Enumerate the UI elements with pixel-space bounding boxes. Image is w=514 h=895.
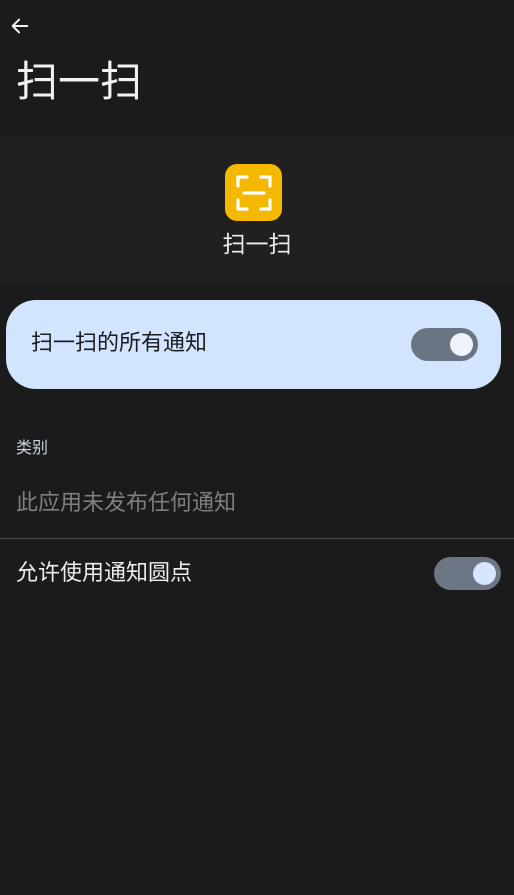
all-notifications-toggle-row[interactable]: 扫一扫的所有通知 xyxy=(6,300,501,389)
all-notifications-switch[interactable] xyxy=(411,328,478,361)
notification-dot-label: 允许使用通知圆点 xyxy=(16,561,193,586)
switch-thumb xyxy=(450,333,473,356)
categories-section-label: 类别 xyxy=(16,438,49,457)
app-icon xyxy=(225,164,282,221)
top-app-bar: 扫一扫 xyxy=(0,0,514,136)
no-notifications-text: 此应用未发布任何通知 xyxy=(16,491,237,516)
scan-frame-icon xyxy=(235,174,272,211)
back-button[interactable] xyxy=(6,12,34,40)
arrow-left-icon xyxy=(11,18,29,34)
page-title: 扫一扫 xyxy=(16,57,143,106)
app-info-header: 扫一扫 xyxy=(0,136,514,282)
app-name: 扫一扫 xyxy=(222,232,292,258)
switch-thumb xyxy=(473,562,496,585)
notification-dot-switch[interactable] xyxy=(434,557,501,590)
all-notifications-label: 扫一扫的所有通知 xyxy=(31,331,208,356)
